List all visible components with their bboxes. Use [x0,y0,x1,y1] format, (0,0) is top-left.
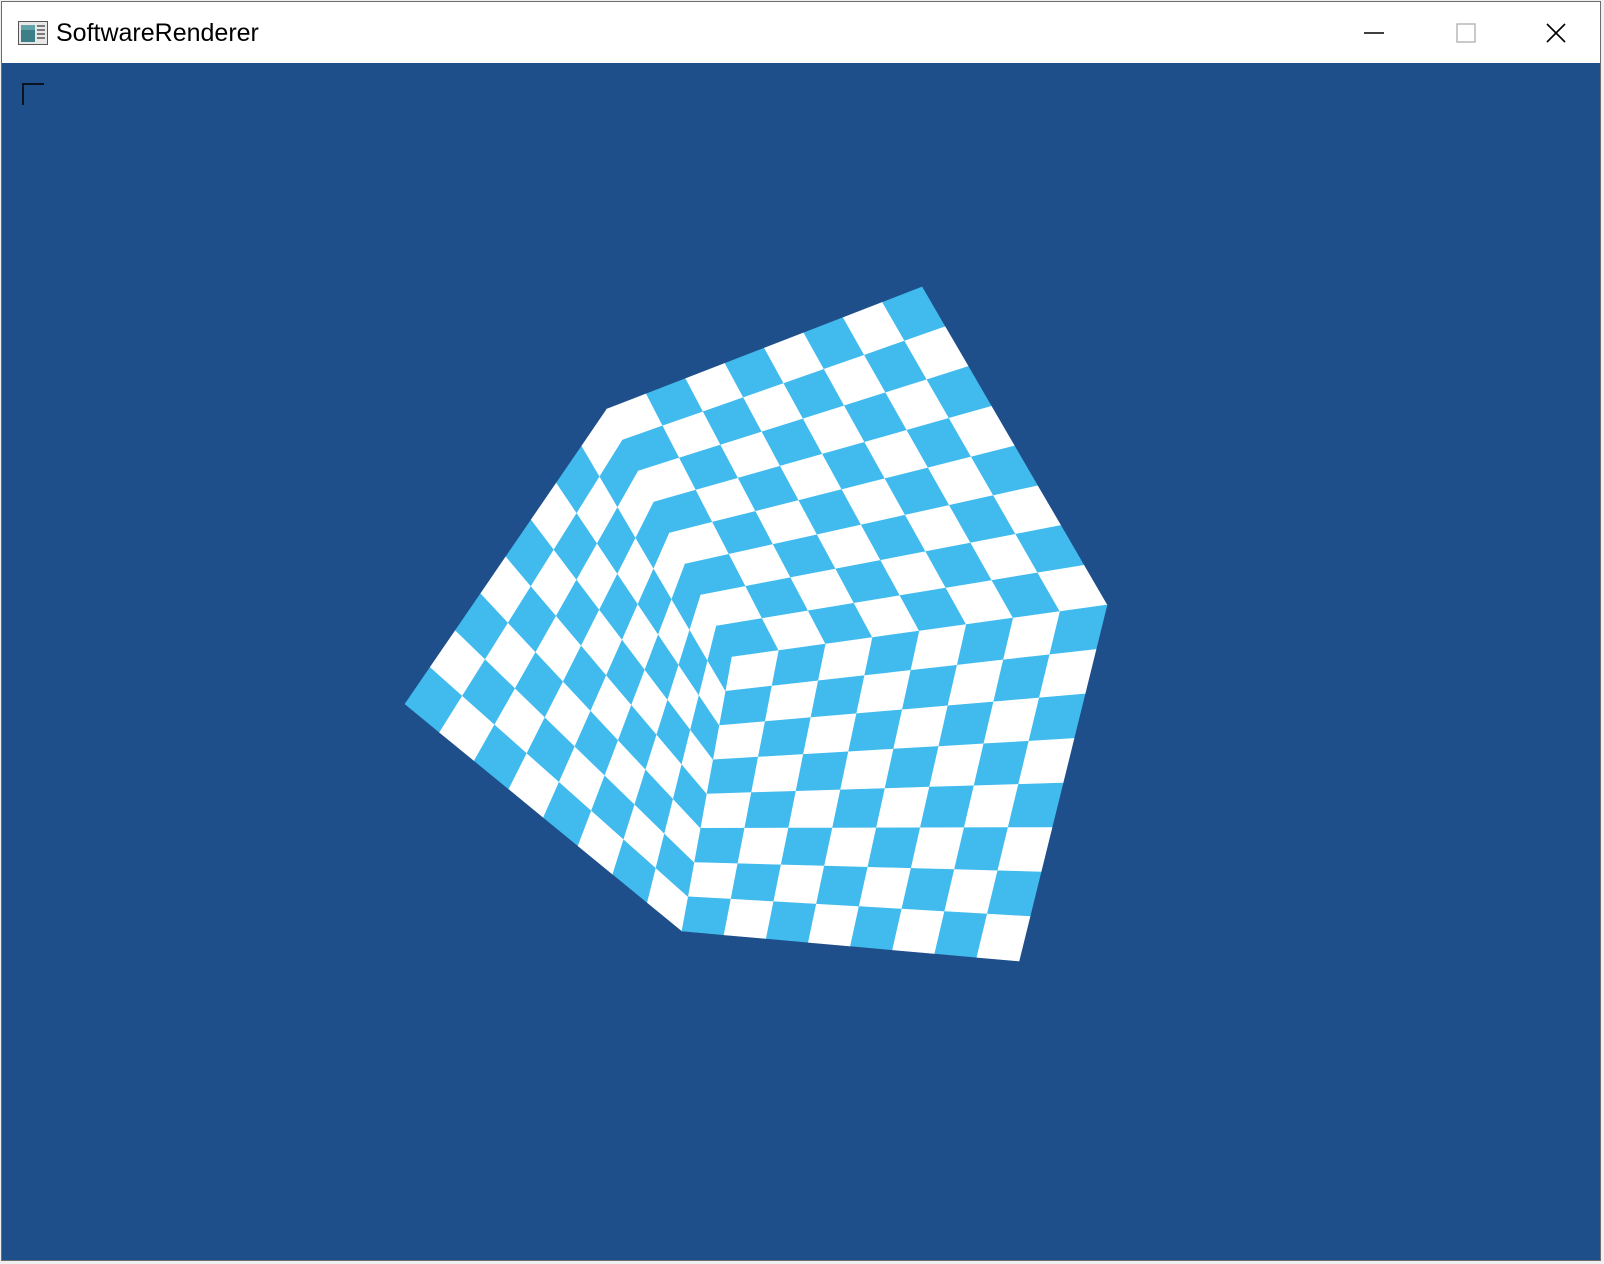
checker-tile [744,790,797,829]
maximize-icon [1455,22,1477,44]
checker-tile [719,685,773,726]
checker-tile [764,680,819,722]
checker-tile [725,650,780,692]
checker-tile [712,721,766,761]
checker-tile [773,864,825,905]
checker-tile [840,748,894,791]
checker-tile [694,827,746,865]
title-bar[interactable]: SoftwareRenderer [2,2,1600,63]
checker-tile [832,788,886,829]
checker-tile [687,862,739,900]
checker-tile [765,901,817,943]
checker-tile [817,637,873,682]
checkered-cube-render [404,286,1108,962]
checker-tile [737,827,789,866]
checker-tile [780,827,833,867]
minimize-icon [1363,22,1385,44]
render-viewport[interactable] [2,63,1600,1260]
maximize-button[interactable] [1420,2,1512,63]
checker-tile [751,754,804,793]
app-window: SoftwareRenderer [1,1,1601,1261]
checker-tile [808,903,860,947]
checker-tile [700,792,752,829]
close-button[interactable] [1510,2,1602,63]
checker-tile [803,713,857,755]
minimize-button[interactable] [1328,2,1420,63]
checker-tile [706,756,759,795]
checker-tile [816,865,869,907]
checker-tile [824,827,877,868]
app-window-icon [18,21,48,45]
checker-tile [757,717,812,758]
checker-tile [771,643,827,687]
checker-tile [795,751,849,792]
checker-tile [730,863,782,903]
checker-tile [681,896,732,936]
checker-tile [810,675,865,718]
checker-tile [723,898,775,939]
close-icon [1545,22,1567,44]
cube-face-front [681,604,1108,962]
checker-tile [788,789,841,829]
window-title: SoftwareRenderer [56,19,259,47]
